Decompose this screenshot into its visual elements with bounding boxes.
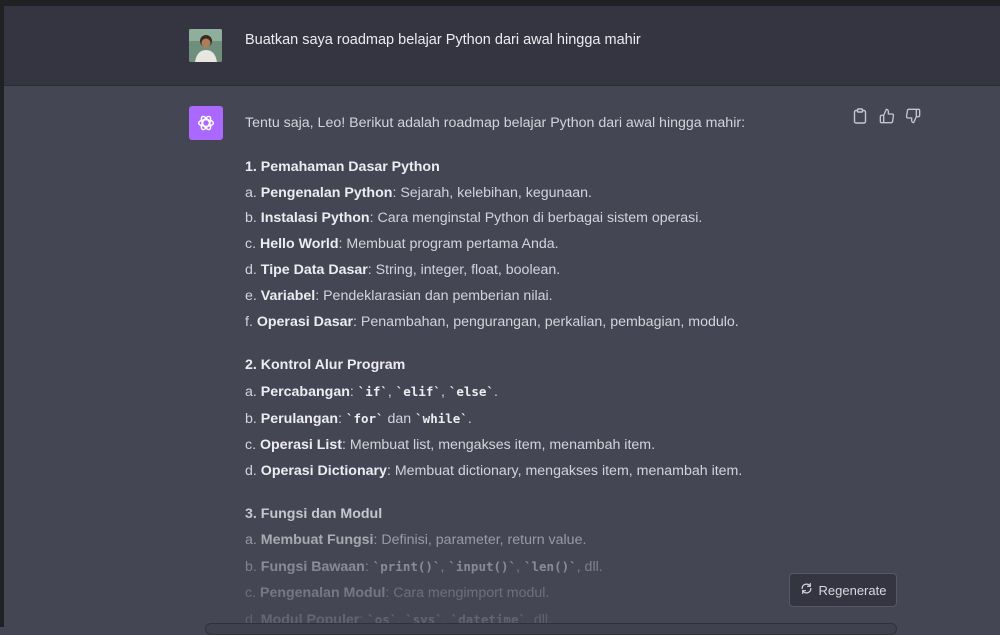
roadmap-item: c. Pengenalan Modul: Cara mengimport mod… xyxy=(245,581,825,607)
item-prefix: c. xyxy=(245,436,260,453)
section-title: 3. Fungsi dan Modul xyxy=(245,506,383,523)
roadmap-item: d. Operasi Dictionary: Membuat dictionar… xyxy=(245,459,825,485)
item-desc: : Membuat dictionary, mengakses item, me… xyxy=(386,462,743,479)
item-prefix: c. xyxy=(245,236,260,253)
item-title: Fungsi Bawaan xyxy=(260,558,365,575)
item-desc: : Pendeklarasian dan pemberian nilai. xyxy=(315,287,553,304)
item-prefix: f. xyxy=(245,313,257,330)
roadmap-item: b. Instalasi Python: Cara menginstal Pyt… xyxy=(245,206,825,232)
inline-code: `if` xyxy=(357,384,388,400)
roadmap-item: f. Operasi Dasar: Penambahan, penguranga… xyxy=(245,310,825,336)
item-desc: . xyxy=(493,384,498,401)
inline-code: `len()` xyxy=(523,558,577,574)
thumbs-up-icon[interactable] xyxy=(879,108,895,124)
roadmap-sections: 1. Pemahaman Dasar Python a. Pengenalan P… xyxy=(245,155,825,634)
item-prefix: d. xyxy=(245,462,261,479)
item-title: Hello World xyxy=(259,236,339,253)
item-desc: : Penambahan, pengurangan, perkalian, pe… xyxy=(353,313,739,330)
regenerate-button[interactable]: Regenerate xyxy=(789,573,897,607)
item-prefix: a. xyxy=(245,384,261,401)
item-desc: : String, integer, float, boolean. xyxy=(367,261,561,278)
item-desc: : xyxy=(338,410,346,427)
item-desc: : xyxy=(349,384,358,401)
refresh-icon xyxy=(800,582,813,598)
assistant-intro: Tentu saja, Leo! Berikut adalah roadmap … xyxy=(245,115,746,131)
roadmap-item: c. Hello World: Membuat program pertama … xyxy=(245,232,825,258)
regenerate-label: Regenerate xyxy=(818,582,887,598)
item-title: Perulangan xyxy=(260,410,339,427)
inline-code: `for` xyxy=(345,410,384,426)
section-title: 2. Kontrol Alur Program xyxy=(245,357,406,374)
roadmap-item: a. Percabangan: `if`, `elif`, `else`. xyxy=(245,384,498,401)
item-prefix: c. xyxy=(245,584,260,601)
item-desc: : xyxy=(364,558,373,575)
item-prefix: b. xyxy=(245,558,261,575)
item-prefix: a. xyxy=(245,532,261,549)
roadmap-item: e. Variabel: Pendeklarasian dan pemberia… xyxy=(245,284,825,310)
item-desc: : Membuat program pertama Anda. xyxy=(338,236,559,253)
roadmap-item: c. Operasi List: Membuat list, mengakses… xyxy=(245,433,825,459)
inline-code: `elif` xyxy=(395,384,441,400)
inline-code: `input()` xyxy=(448,558,517,574)
chat-input-edge[interactable] xyxy=(205,623,897,635)
item-prefix: e. xyxy=(245,287,261,304)
assistant-message-content: Tentu saja, Leo! Berikut adalah roadmap … xyxy=(245,111,825,633)
item-title: Pengenalan Python xyxy=(260,184,393,201)
item-prefix: b. xyxy=(245,210,261,227)
sidebar-edge xyxy=(0,0,4,627)
clipboard-icon[interactable] xyxy=(853,108,869,124)
roadmap-item: b. Fungsi Bawaan: `print()`, `input()`, … xyxy=(245,558,603,575)
item-prefix: a. xyxy=(245,184,261,201)
inline-code: `while` xyxy=(415,410,468,426)
item-desc: : Membuat list, mengakses item, menambah… xyxy=(342,436,656,453)
item-title: Operasi List xyxy=(259,436,342,453)
roadmap-item: d. Tipe Data Dasar: String, integer, flo… xyxy=(245,258,825,284)
thumbs-down-icon[interactable] xyxy=(905,108,921,124)
user-message-text: Buatkan saya roadmap belajar Python dari… xyxy=(245,32,641,48)
user-message-row: Buatkan saya roadmap belajar Python dari… xyxy=(0,6,1000,86)
item-title: Percabangan xyxy=(260,384,350,401)
item-desc: : Definisi, parameter, return value. xyxy=(373,532,587,549)
item-title: Operasi Dictionary xyxy=(260,462,387,479)
assistant-logo-icon xyxy=(189,106,223,140)
message-actions xyxy=(853,108,921,124)
roadmap-item: b. Perulangan: `for` dan `while`. xyxy=(245,406,825,433)
item-title: Membuat Fungsi xyxy=(260,532,374,549)
item-title: Tipe Data Dasar xyxy=(260,261,368,278)
item-desc: dan xyxy=(383,410,416,427)
item-desc: . xyxy=(467,410,472,427)
user-avatar xyxy=(189,29,222,62)
roadmap-item: a. Pengenalan Python: Sejarah, kelebihan… xyxy=(245,181,825,207)
section-title: 1. Pemahaman Dasar Python xyxy=(245,158,440,175)
item-title: Pengenalan Modul xyxy=(259,584,386,601)
item-title: Operasi Dasar xyxy=(256,313,354,330)
item-prefix: b. xyxy=(245,410,261,427)
item-prefix: d. xyxy=(245,261,261,278)
roadmap-item: a. Membuat Fungsi: Definisi, parameter, … xyxy=(245,528,825,554)
assistant-message-row: Tentu saja, Leo! Berikut adalah roadmap … xyxy=(0,86,1000,628)
item-desc: : Cara mengimport modul. xyxy=(385,584,550,601)
item-title: Variabel xyxy=(260,287,316,304)
inline-code: `print()` xyxy=(372,558,441,574)
item-desc: : Sejarah, kelebihan, kegunaan. xyxy=(392,184,592,201)
item-title: Instalasi Python xyxy=(260,210,370,227)
item-desc: , dll. xyxy=(576,558,603,575)
item-desc: : Cara menginstal Python di berbagai sis… xyxy=(369,210,703,227)
inline-code: `else` xyxy=(448,384,494,400)
